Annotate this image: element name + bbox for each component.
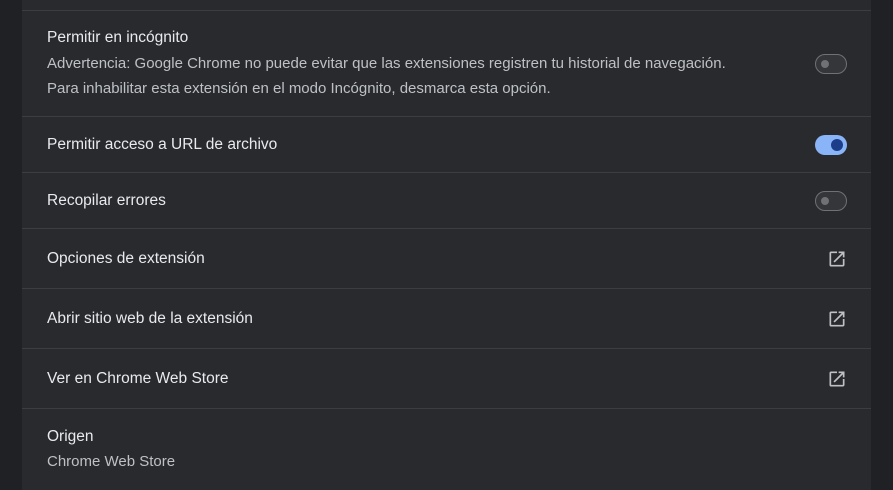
source-value: Chrome Web Store (47, 453, 176, 470)
incognito-toggle[interactable] (815, 54, 847, 74)
source-row: Origen Chrome Web Store (22, 408, 871, 490)
incognito-warning-line1: Advertencia: Google Chrome no puede evit… (47, 55, 726, 72)
toggle-knob (831, 139, 843, 151)
file-url-access-label: Permitir acceso a URL de archivo (47, 136, 278, 153)
extension-options-label: Opciones de extensión (47, 250, 205, 267)
toggle-knob (821, 60, 829, 68)
view-store-label: Ver en Chrome Web Store (47, 370, 229, 387)
collect-errors-label: Recopilar errores (47, 192, 166, 209)
open-in-new-icon[interactable] (827, 369, 847, 389)
extension-options-row[interactable]: Opciones de extensión (22, 228, 871, 289)
file-url-access-toggle[interactable] (815, 135, 847, 155)
open-website-row[interactable]: Abrir sitio web de la extensión (22, 288, 871, 349)
file-url-access-row: Permitir acceso a URL de archivo (22, 116, 871, 173)
incognito-label: Permitir en incógnito (47, 29, 189, 46)
open-in-new-icon[interactable] (827, 249, 847, 269)
incognito-row: Permitir en incógnito Advertencia: Googl… (22, 10, 871, 117)
source-label: Origen (47, 428, 94, 445)
collect-errors-toggle[interactable] (815, 191, 847, 211)
open-website-label: Abrir sitio web de la extensión (47, 310, 253, 327)
open-in-new-icon[interactable] (827, 309, 847, 329)
toggle-knob (821, 197, 829, 205)
incognito-warning-line2: Para inhabilitar esta extensión en el mo… (47, 80, 551, 97)
collect-errors-row: Recopilar errores (22, 172, 871, 229)
view-store-row[interactable]: Ver en Chrome Web Store (22, 348, 871, 409)
extension-details-card: Permitir en incógnito Advertencia: Googl… (22, 0, 871, 490)
